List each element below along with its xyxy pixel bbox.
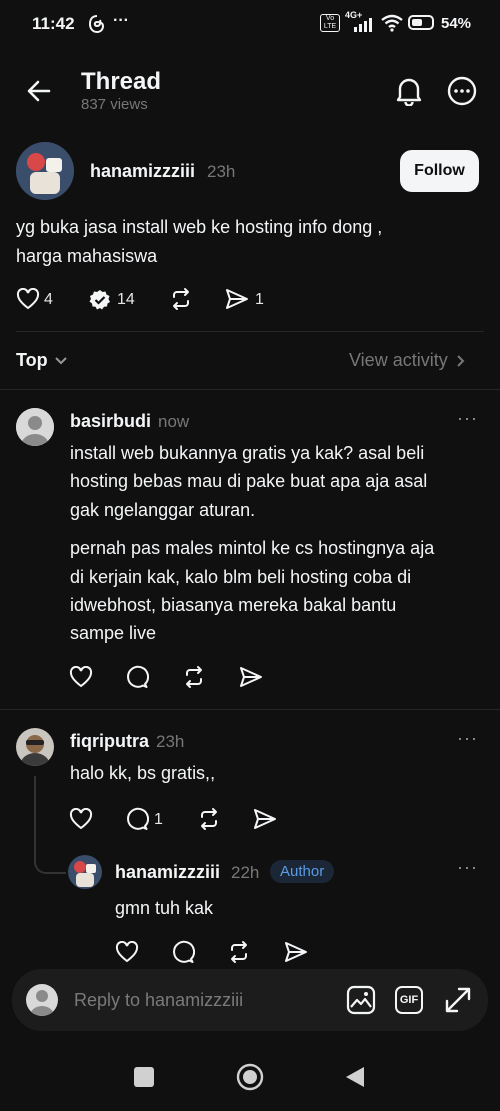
volte-icon: Vo LTE bbox=[320, 14, 340, 32]
reply-username[interactable]: fiqriputra bbox=[70, 731, 149, 752]
repost-count: 14 bbox=[117, 291, 135, 308]
sort-label: Top bbox=[16, 350, 48, 370]
like-icon[interactable] bbox=[115, 941, 139, 963]
repost-icon[interactable] bbox=[197, 807, 221, 831]
comment-count: 1 bbox=[154, 811, 163, 828]
share-icon[interactable] bbox=[253, 808, 277, 830]
bell-icon[interactable] bbox=[395, 76, 423, 106]
divider bbox=[0, 709, 500, 710]
reply-text-line: idwebhost, biasanya mereka bakal bantu bbox=[70, 595, 397, 615]
more-options-icon[interactable] bbox=[447, 76, 477, 106]
comment-icon[interactable] bbox=[125, 665, 149, 689]
more-notifications-icon: ··· bbox=[113, 12, 129, 29]
like-icon[interactable] bbox=[69, 808, 93, 830]
follow-button[interactable]: Follow bbox=[400, 150, 479, 192]
divider bbox=[16, 331, 484, 332]
reply-time: now bbox=[158, 412, 190, 431]
reply-more-icon[interactable]: ··· bbox=[457, 408, 478, 429]
status-time: 11:42 bbox=[32, 14, 75, 33]
share-icon[interactable] bbox=[239, 666, 263, 688]
comment-icon[interactable] bbox=[125, 807, 149, 831]
home-button[interactable] bbox=[236, 1063, 264, 1091]
repost-icon[interactable] bbox=[227, 940, 251, 964]
reply-username[interactable]: hanamizzziii bbox=[115, 862, 220, 883]
expand-icon[interactable] bbox=[443, 985, 473, 1015]
reply-avatar-hanamizzziii[interactable] bbox=[68, 855, 102, 889]
reply-text-line: sampe live bbox=[70, 623, 157, 643]
repost-icon[interactable] bbox=[182, 665, 206, 689]
chevron-down-icon bbox=[54, 356, 68, 366]
gif-icon[interactable]: GIF bbox=[395, 986, 423, 1014]
my-avatar bbox=[26, 984, 58, 1016]
battery-icon bbox=[408, 15, 434, 30]
battery-percent: 54% bbox=[441, 15, 472, 32]
wifi-icon bbox=[380, 14, 404, 32]
thread-connector bbox=[34, 858, 66, 874]
reply-text-line: pernah pas males mintol ke cs hostingnya… bbox=[70, 538, 435, 558]
repost-icon[interactable] bbox=[169, 287, 193, 311]
view-count: 837 views bbox=[81, 96, 148, 113]
reply-text-line: di kerjain kak, kalo blm beli hosting co… bbox=[70, 567, 412, 587]
signal-icon bbox=[346, 18, 376, 32]
reply-avatar-basirbudi[interactable] bbox=[16, 408, 54, 446]
back-arrow-icon[interactable] bbox=[26, 78, 52, 104]
threads-icon bbox=[88, 14, 106, 34]
chevron-right-icon bbox=[456, 354, 465, 368]
share-icon[interactable] bbox=[284, 941, 308, 963]
reply-text-line: install web bukannya gratis ya kak? asal… bbox=[70, 443, 425, 463]
share-icon[interactable] bbox=[225, 288, 249, 310]
view-activity-link[interactable]: View activity bbox=[349, 350, 465, 371]
reply-input[interactable]: Reply to hanamizzziii bbox=[74, 990, 243, 1011]
sort-dropdown[interactable]: Top bbox=[16, 350, 68, 371]
reply-time: 23h bbox=[156, 732, 185, 751]
comment-icon[interactable] bbox=[171, 940, 195, 964]
reply-text-line: hosting bebas mau di pake buat apa aja a… bbox=[70, 471, 428, 491]
post-text-line-2: harga mahasiswa bbox=[16, 246, 158, 266]
like-icon[interactable] bbox=[16, 288, 40, 310]
reply-username[interactable]: basirbudi bbox=[70, 411, 151, 432]
author-badge: Author bbox=[270, 860, 335, 883]
like-count: 4 bbox=[44, 291, 53, 308]
reply-more-icon[interactable]: ··· bbox=[457, 857, 478, 878]
divider bbox=[0, 389, 500, 390]
image-icon[interactable] bbox=[346, 985, 376, 1015]
post-time: 23h bbox=[207, 162, 236, 181]
share-count: 1 bbox=[255, 291, 264, 308]
thread-line bbox=[34, 776, 36, 862]
view-activity-label: View activity bbox=[349, 350, 448, 370]
reply-text: halo kk, bs gratis,, bbox=[70, 763, 216, 783]
reply-time: 22h bbox=[231, 863, 260, 882]
volte-label: Vo LTE bbox=[323, 15, 337, 30]
reply-text: gmn tuh kak bbox=[115, 898, 214, 918]
post-author-avatar[interactable] bbox=[16, 142, 74, 200]
repost-check-icon[interactable] bbox=[88, 288, 112, 312]
page-title: Thread bbox=[81, 68, 162, 95]
reply-more-icon[interactable]: ··· bbox=[457, 728, 478, 749]
recent-apps-button[interactable] bbox=[134, 1067, 154, 1087]
reply-text-line: gak ngelanggar aturan. bbox=[70, 500, 256, 520]
gif-label: GIF bbox=[399, 994, 419, 1006]
reply-avatar-fiqriputra[interactable] bbox=[16, 728, 54, 766]
post-text-line-1: yg buka jasa install web ke hosting info… bbox=[16, 217, 383, 237]
back-button[interactable] bbox=[344, 1065, 366, 1089]
post-author-username[interactable]: hanamizzziii bbox=[90, 161, 195, 182]
like-icon[interactable] bbox=[69, 666, 93, 688]
